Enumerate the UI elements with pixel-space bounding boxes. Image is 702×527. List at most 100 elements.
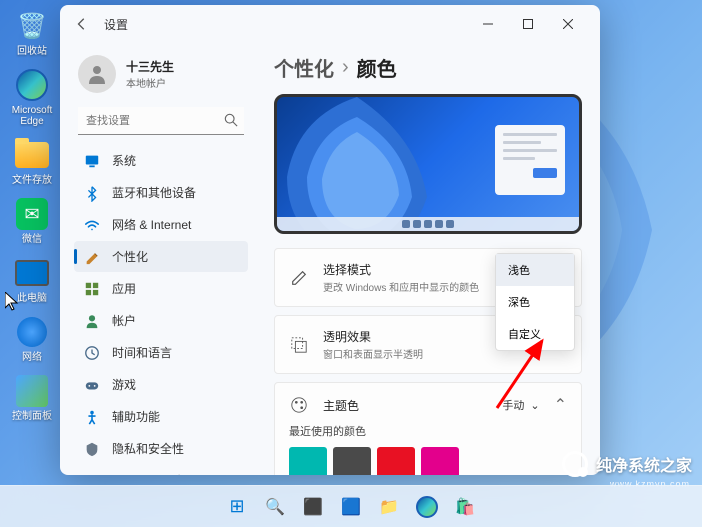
watermark: 纯净系统之家 bbox=[562, 451, 692, 477]
color-swatch-2[interactable] bbox=[377, 447, 415, 475]
avatar bbox=[78, 55, 116, 93]
chevron-right-icon: › bbox=[342, 56, 349, 79]
taskbar-explorer[interactable]: 📁 bbox=[372, 490, 406, 524]
color-swatch-1[interactable] bbox=[333, 447, 371, 475]
gaming-icon bbox=[84, 377, 100, 393]
taskbar-store[interactable]: 🛍️ bbox=[448, 490, 482, 524]
content-area: 个性化 › 颜色 bbox=[256, 43, 600, 475]
sidebar-item-time[interactable]: 时间和语言 bbox=[74, 337, 248, 368]
mode-option-custom[interactable]: 自定义 bbox=[496, 318, 574, 350]
close-icon bbox=[563, 19, 573, 29]
sidebar-item-system[interactable]: 系统 bbox=[74, 145, 248, 176]
desktop-icon-folder[interactable]: 文件存放 bbox=[8, 137, 56, 186]
widgets-icon: 🟦 bbox=[341, 497, 361, 517]
transparency-icon bbox=[289, 335, 309, 355]
sidebar-item-label: 网络 & Internet bbox=[112, 216, 191, 233]
sidebar-item-apps[interactable]: 应用 bbox=[74, 273, 248, 304]
maximize-button[interactable] bbox=[508, 9, 548, 39]
wechat-icon: ✉ bbox=[14, 196, 50, 232]
time-icon bbox=[84, 345, 100, 361]
chevron-up-icon[interactable]: ⌃ bbox=[554, 395, 567, 415]
mode-option-light[interactable]: 浅色 bbox=[496, 254, 574, 286]
globe-icon bbox=[14, 314, 50, 350]
taskview-icon: ⬛ bbox=[303, 497, 323, 517]
recycle-bin-icon: 🗑️ bbox=[14, 8, 50, 44]
taskbar-edge[interactable] bbox=[410, 490, 444, 524]
sidebar-item-label: 辅助功能 bbox=[112, 408, 160, 425]
person-icon bbox=[85, 62, 109, 86]
user-profile[interactable]: 十三先生 本地帐户 bbox=[74, 51, 248, 105]
windows-icon: ⊞ bbox=[229, 496, 244, 517]
back-button[interactable] bbox=[72, 14, 92, 34]
start-button[interactable]: ⊞ bbox=[220, 490, 254, 524]
control-panel-icon bbox=[14, 373, 50, 409]
arrow-left-icon bbox=[75, 17, 89, 31]
sidebar-item-label: Windows 更新 bbox=[112, 472, 188, 475]
color-swatch-3[interactable] bbox=[421, 447, 459, 475]
setting-row-accent[interactable]: 主题色 手动 ⌄ ⌃ 最近使用的颜色 Windows 颜色 bbox=[274, 382, 582, 475]
desktop-icon-recycle-bin[interactable]: 🗑️ 回收站 bbox=[8, 8, 56, 57]
color-swatch-0[interactable] bbox=[289, 447, 327, 475]
sidebar-item-bluetooth[interactable]: 蓝牙和其他设备 bbox=[74, 177, 248, 208]
sidebar-item-personalize[interactable]: 个性化 bbox=[74, 241, 248, 272]
account-icon bbox=[84, 313, 100, 329]
breadcrumb-current: 颜色 bbox=[357, 53, 397, 82]
search-icon: 🔍 bbox=[265, 497, 285, 517]
chevron-down-icon: ⌄ bbox=[530, 399, 539, 412]
sidebar-item-update[interactable]: Windows 更新 bbox=[74, 465, 248, 475]
taskbar: ⊞ 🔍 ⬛ 🟦 📁 🛍️ bbox=[0, 485, 702, 527]
access-icon bbox=[84, 409, 100, 425]
update-icon bbox=[84, 473, 100, 476]
desktop-icon-control[interactable]: 控制面板 bbox=[8, 373, 56, 422]
preview-window-card bbox=[495, 125, 565, 195]
sidebar-item-label: 系统 bbox=[112, 152, 136, 169]
sidebar-item-account[interactable]: 帐户 bbox=[74, 305, 248, 336]
mode-dropdown: 浅色 深色 自定义 bbox=[495, 253, 575, 351]
personalize-icon bbox=[84, 249, 100, 265]
desktop-icon-thispc[interactable]: 此电脑 bbox=[8, 255, 56, 304]
wifi-icon bbox=[84, 217, 100, 233]
desktop-icon-wechat[interactable]: ✉ 微信 bbox=[8, 196, 56, 245]
settings-window: 设置 十三先生 本地帐户 bbox=[60, 5, 600, 475]
sidebar: 十三先生 本地帐户 系统蓝牙和其他设备网络 & Internet 个性化应用帐户时… bbox=[60, 43, 256, 475]
breadcrumb-parent[interactable]: 个性化 bbox=[274, 53, 334, 82]
sidebar-item-label: 应用 bbox=[112, 280, 136, 297]
edge-icon bbox=[14, 67, 50, 103]
taskbar-taskview[interactable]: ⬛ bbox=[296, 490, 330, 524]
monitor-icon bbox=[14, 255, 50, 291]
minimize-icon bbox=[483, 19, 493, 29]
sidebar-item-wifi[interactable]: 网络 & Internet bbox=[74, 209, 248, 240]
sidebar-item-label: 蓝牙和其他设备 bbox=[112, 184, 196, 201]
breadcrumb: 个性化 › 颜色 bbox=[274, 53, 582, 82]
search-icon bbox=[224, 113, 238, 132]
accent-dropdown[interactable]: 手动 ⌄ bbox=[502, 397, 539, 413]
taskbar-search[interactable]: 🔍 bbox=[258, 490, 292, 524]
recent-colors-label: 最近使用的颜色 bbox=[289, 423, 567, 439]
accent-title: 主题色 bbox=[323, 397, 488, 414]
close-button[interactable] bbox=[548, 9, 588, 39]
desktop-icon-network[interactable]: 网络 bbox=[8, 314, 56, 363]
folder-icon bbox=[14, 137, 50, 173]
search-input[interactable] bbox=[78, 107, 244, 135]
brush-icon bbox=[289, 268, 309, 288]
desktop-icon-edge[interactable]: Microsoft Edge bbox=[8, 67, 56, 127]
sidebar-item-gaming[interactable]: 游戏 bbox=[74, 369, 248, 400]
sidebar-item-privacy[interactable]: 隐私和安全性 bbox=[74, 433, 248, 464]
user-name: 十三先生 bbox=[126, 58, 174, 75]
taskbar-widgets[interactable]: 🟦 bbox=[334, 490, 368, 524]
titlebar: 设置 bbox=[60, 5, 600, 43]
sidebar-item-label: 个性化 bbox=[112, 248, 148, 265]
sidebar-item-label: 隐私和安全性 bbox=[112, 440, 184, 457]
apps-icon bbox=[84, 281, 100, 297]
folder-icon: 📁 bbox=[379, 497, 399, 517]
setting-row-mode[interactable]: 选择模式 更改 Windows 和应用中显示的颜色 浅色 深色 自定义 bbox=[274, 248, 582, 307]
palette-icon bbox=[289, 395, 309, 415]
window-title: 设置 bbox=[104, 16, 128, 33]
edge-icon bbox=[416, 496, 438, 518]
mode-option-dark[interactable]: 深色 bbox=[496, 286, 574, 318]
theme-preview bbox=[274, 94, 582, 234]
privacy-icon bbox=[84, 441, 100, 457]
store-icon: 🛍️ bbox=[455, 497, 475, 517]
sidebar-item-access[interactable]: 辅助功能 bbox=[74, 401, 248, 432]
minimize-button[interactable] bbox=[468, 9, 508, 39]
